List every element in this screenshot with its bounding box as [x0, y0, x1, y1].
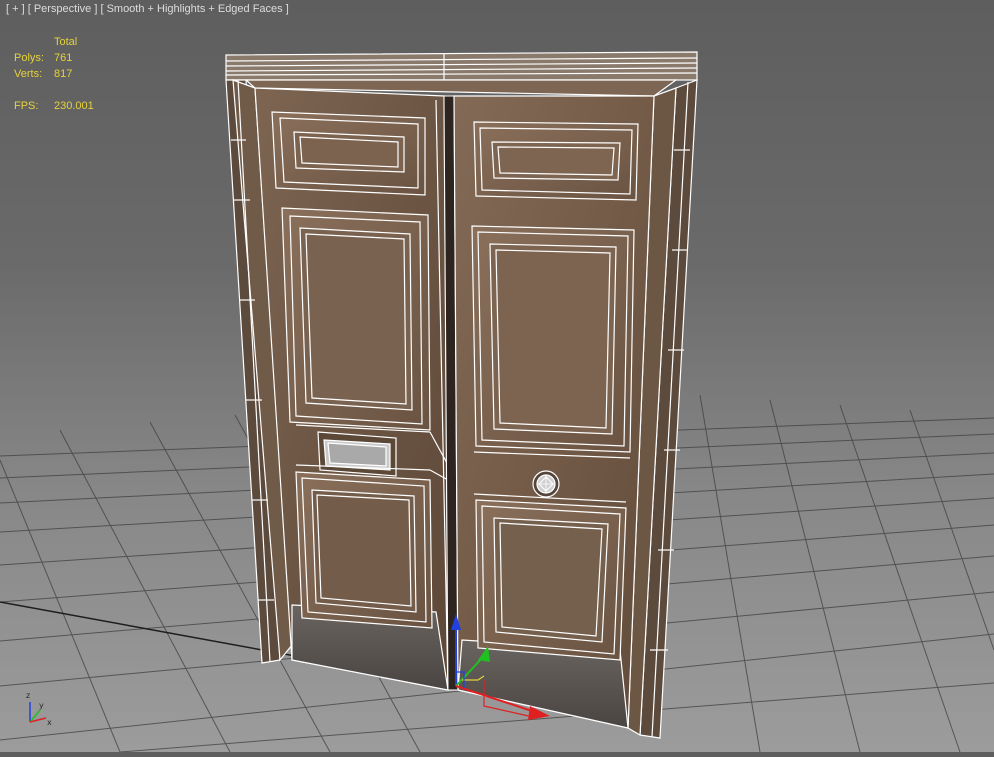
scene-canvas[interactable]: z y x: [0, 0, 994, 753]
verts-label: Verts:: [14, 68, 43, 80]
fps-label: FPS:: [14, 100, 39, 112]
stats-header: Total: [54, 36, 78, 48]
verts-value: 817: [54, 68, 73, 80]
mail-slot-icon: [317, 431, 397, 477]
polys-label: Polys:: [14, 52, 44, 64]
polys-value: 761: [54, 52, 73, 64]
door-knob-icon: [532, 470, 560, 498]
right-door-leaf: [453, 95, 655, 729]
axis-tripod-icon: z y x: [26, 691, 52, 727]
tripod-z-label: z: [26, 691, 30, 700]
tripod-y-label: y: [39, 701, 44, 710]
perspective-viewport[interactable]: z y x [ + ] [ Perspective ] [ Smooth + H…: [0, 0, 994, 753]
tripod-x-label: x: [47, 718, 52, 727]
fps-value: 230.001: [54, 100, 94, 112]
viewport-label-menu[interactable]: [ + ] [ Perspective ] [ Smooth + Highlig…: [6, 3, 289, 15]
